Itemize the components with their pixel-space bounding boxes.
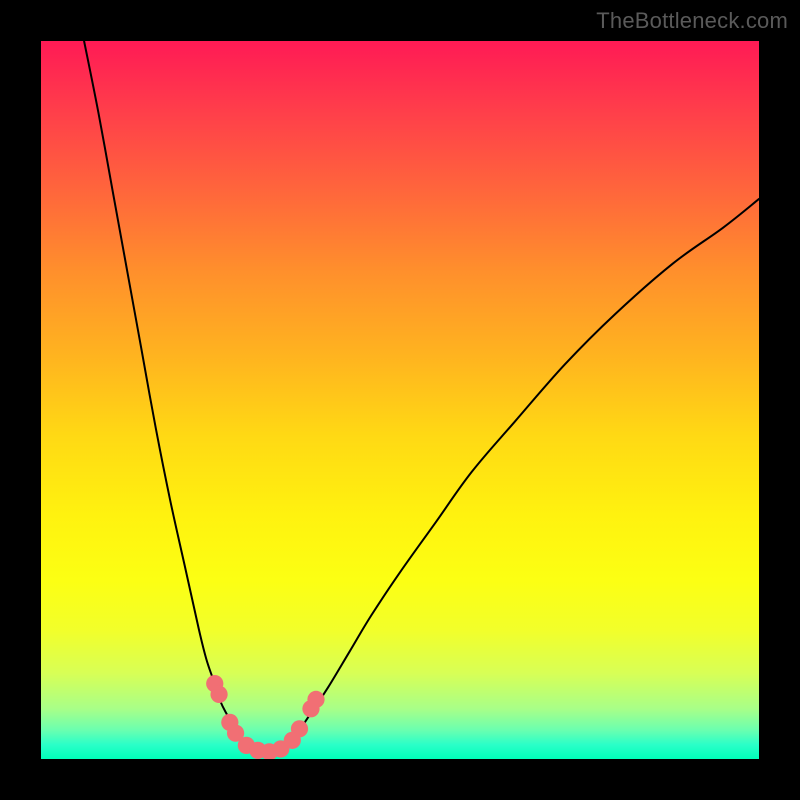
plot-area — [41, 41, 759, 759]
marker-right-lower-2 — [291, 720, 308, 737]
marker-right-upper-2 — [307, 691, 324, 708]
series-right-branch — [292, 199, 759, 741]
marker-group — [206, 675, 324, 759]
chart-svg — [41, 41, 759, 759]
marker-left-upper-2 — [210, 686, 227, 703]
outer-frame: TheBottleneck.com — [0, 0, 800, 800]
series-left-branch — [84, 41, 242, 741]
series-group — [84, 41, 759, 753]
watermark-text: TheBottleneck.com — [596, 8, 788, 34]
